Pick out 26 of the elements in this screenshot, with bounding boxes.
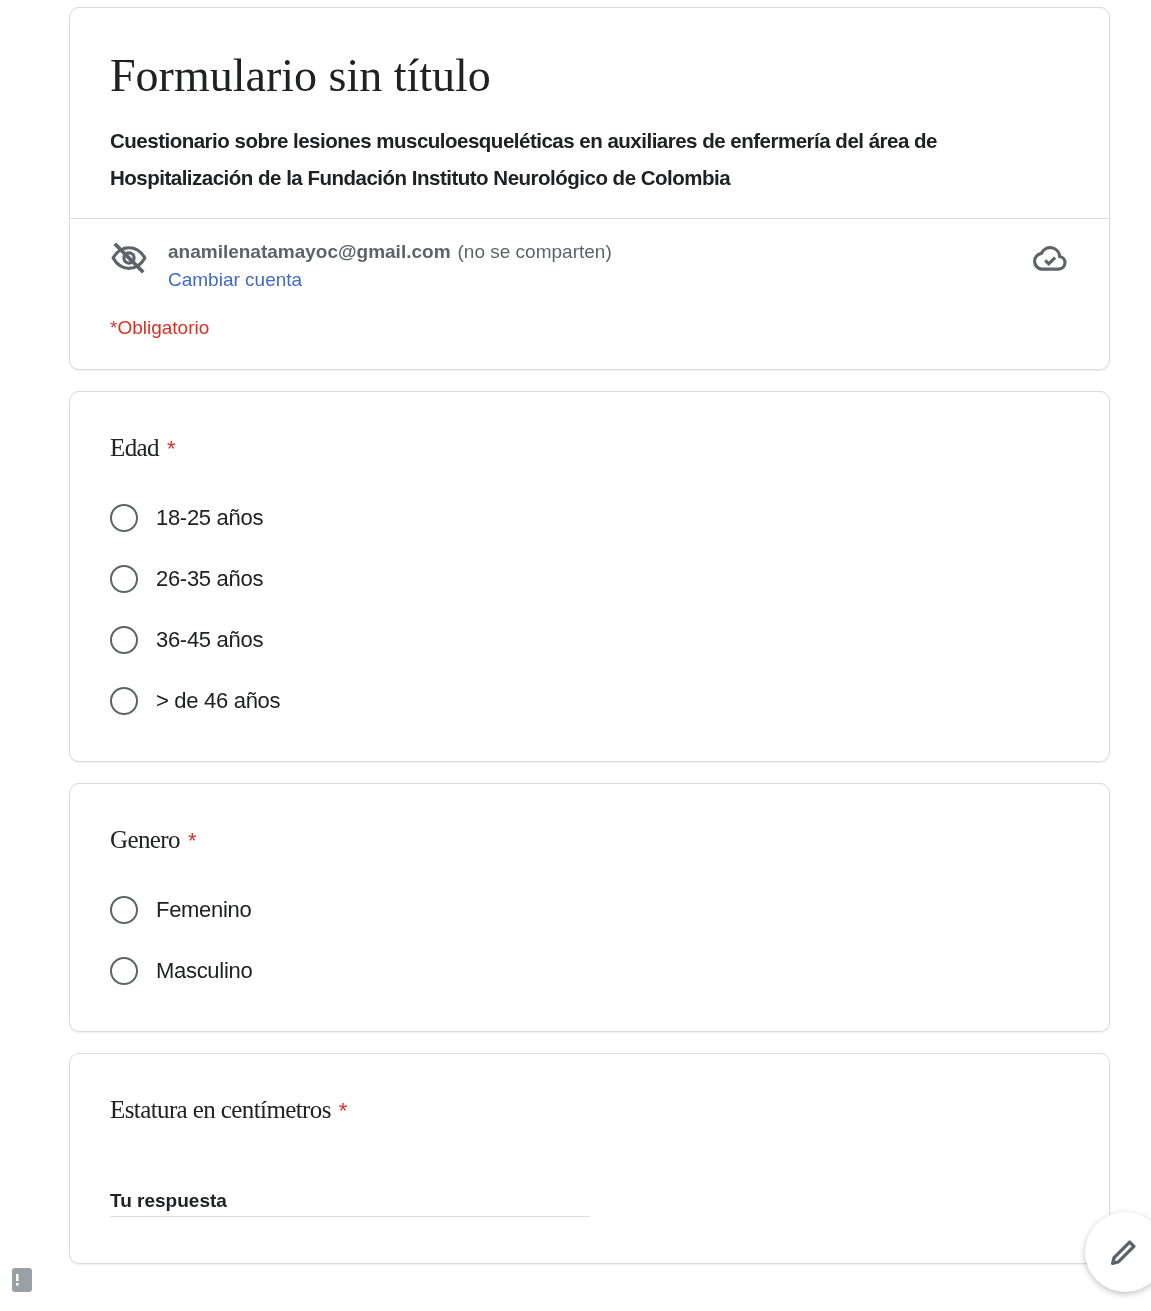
question-title: Edad [110,434,159,462]
option-label: Masculino [156,958,253,984]
switch-account-link[interactable]: Cambiar cuenta [168,269,303,291]
radio-button[interactable] [110,504,138,532]
option-label: 36-45 años [156,627,264,653]
edit-button[interactable] [1085,1212,1151,1292]
account-email: anamilenatamayoc@gmail.com [168,241,451,263]
radio-button[interactable] [110,896,138,924]
radio-button[interactable] [110,626,138,654]
option-label: Femenino [156,897,252,923]
required-asterisk: * [166,436,176,462]
form-title: Formulario sin título [110,49,492,103]
required-asterisk: * [338,1098,348,1124]
feedback-icon[interactable] [12,1268,32,1292]
radio-button[interactable] [110,957,138,985]
question-title: Genero [110,826,180,854]
form-description: Cuestionario sobre lesiones musculoesqueléticas en auxiliares de enfermería del área de Hospitalización de la Fundación Instituto Neurológico de Colombia [110,128,938,191]
option-label: > de 46 años [156,688,281,714]
option-label: 26-35 años [156,566,264,592]
question-title: Estatura en centímetros [110,1096,331,1124]
required-asterisk: * [188,828,197,854]
privacy-note: (no se comparten) [457,241,612,263]
radio-button[interactable] [110,565,138,593]
option-label: 18-25 años [156,505,264,531]
radio-button[interactable] [110,687,138,715]
required-note: *Obligatorio [109,316,211,340]
